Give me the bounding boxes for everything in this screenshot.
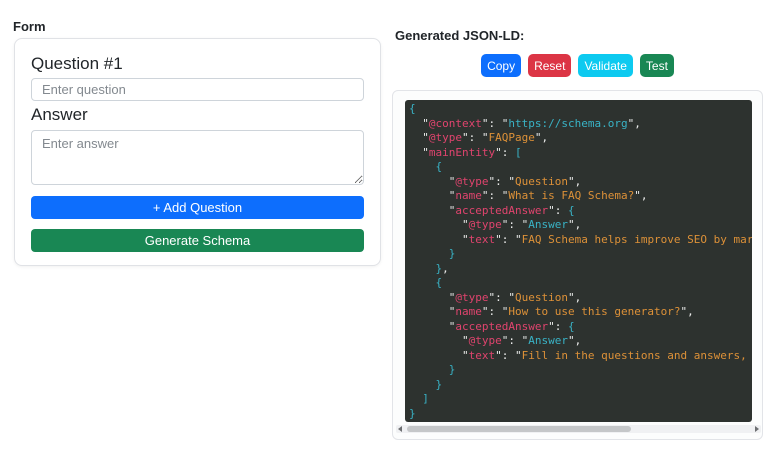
code-line: "text": "Fill in the questions and answe… (409, 348, 752, 362)
code-line: } (409, 406, 416, 420)
scroll-left-arrow-icon[interactable] (396, 425, 405, 433)
code-line: "text": "FAQ Schema helps improve SEO by… (409, 232, 752, 246)
code-line: { (409, 102, 416, 115)
code-line: } (448, 363, 456, 376)
validate-button[interactable]: Validate (578, 54, 633, 77)
copy-button[interactable]: Copy (481, 54, 522, 77)
horizontal-scrollbar[interactable] (396, 425, 761, 433)
output-panel-title: Generated JSON-LD: (395, 28, 525, 43)
code-line: "@type": "Question", (409, 174, 582, 188)
form-panel-title: Form (13, 19, 46, 34)
generate-schema-button[interactable]: Generate Schema (31, 229, 364, 252)
code-line: "acceptedAnswer": { (409, 203, 575, 217)
scroll-right-arrow-icon[interactable] (752, 425, 761, 433)
code-line: ] (422, 392, 429, 405)
code-block[interactable]: { "@context": "https://schema.org", "@ty… (405, 100, 752, 422)
scrollbar-thumb[interactable] (407, 426, 631, 432)
json-output-container: { "@context": "https://schema.org", "@ty… (392, 90, 763, 440)
code-line: { (435, 276, 443, 289)
code-line: "@type": "Answer", (409, 334, 582, 347)
question-input[interactable] (31, 78, 364, 101)
reset-button[interactable]: Reset (528, 54, 572, 77)
code-line: }, (435, 261, 449, 275)
code-line: "acceptedAnswer": { (409, 319, 575, 333)
question-heading: Question #1 (31, 54, 123, 73)
code-line: "name": "What is FAQ Schema?", (409, 189, 648, 202)
answer-heading: Answer (31, 105, 88, 124)
code-line: "@type": "FAQPage", (409, 131, 549, 144)
answer-textarea[interactable] (31, 130, 364, 185)
code-line: "mainEntity": [ (409, 145, 522, 159)
code-line: "@context": "https://schema.org", (409, 116, 641, 130)
action-button-row: Copy Reset Validate Test (392, 54, 763, 77)
code-line: "@type": "Answer", (409, 218, 582, 231)
code-line: } (435, 377, 443, 391)
code-line: { (435, 160, 443, 173)
test-button[interactable]: Test (639, 54, 674, 77)
question-form-card: Question #1 Answer + Add Question Genera… (14, 38, 381, 266)
code-line: } (448, 247, 456, 260)
code-line: "@type": "Question", (409, 290, 582, 304)
code-line: "name": "How to use this generator?", (409, 305, 694, 318)
add-question-button[interactable]: + Add Question (31, 196, 364, 219)
